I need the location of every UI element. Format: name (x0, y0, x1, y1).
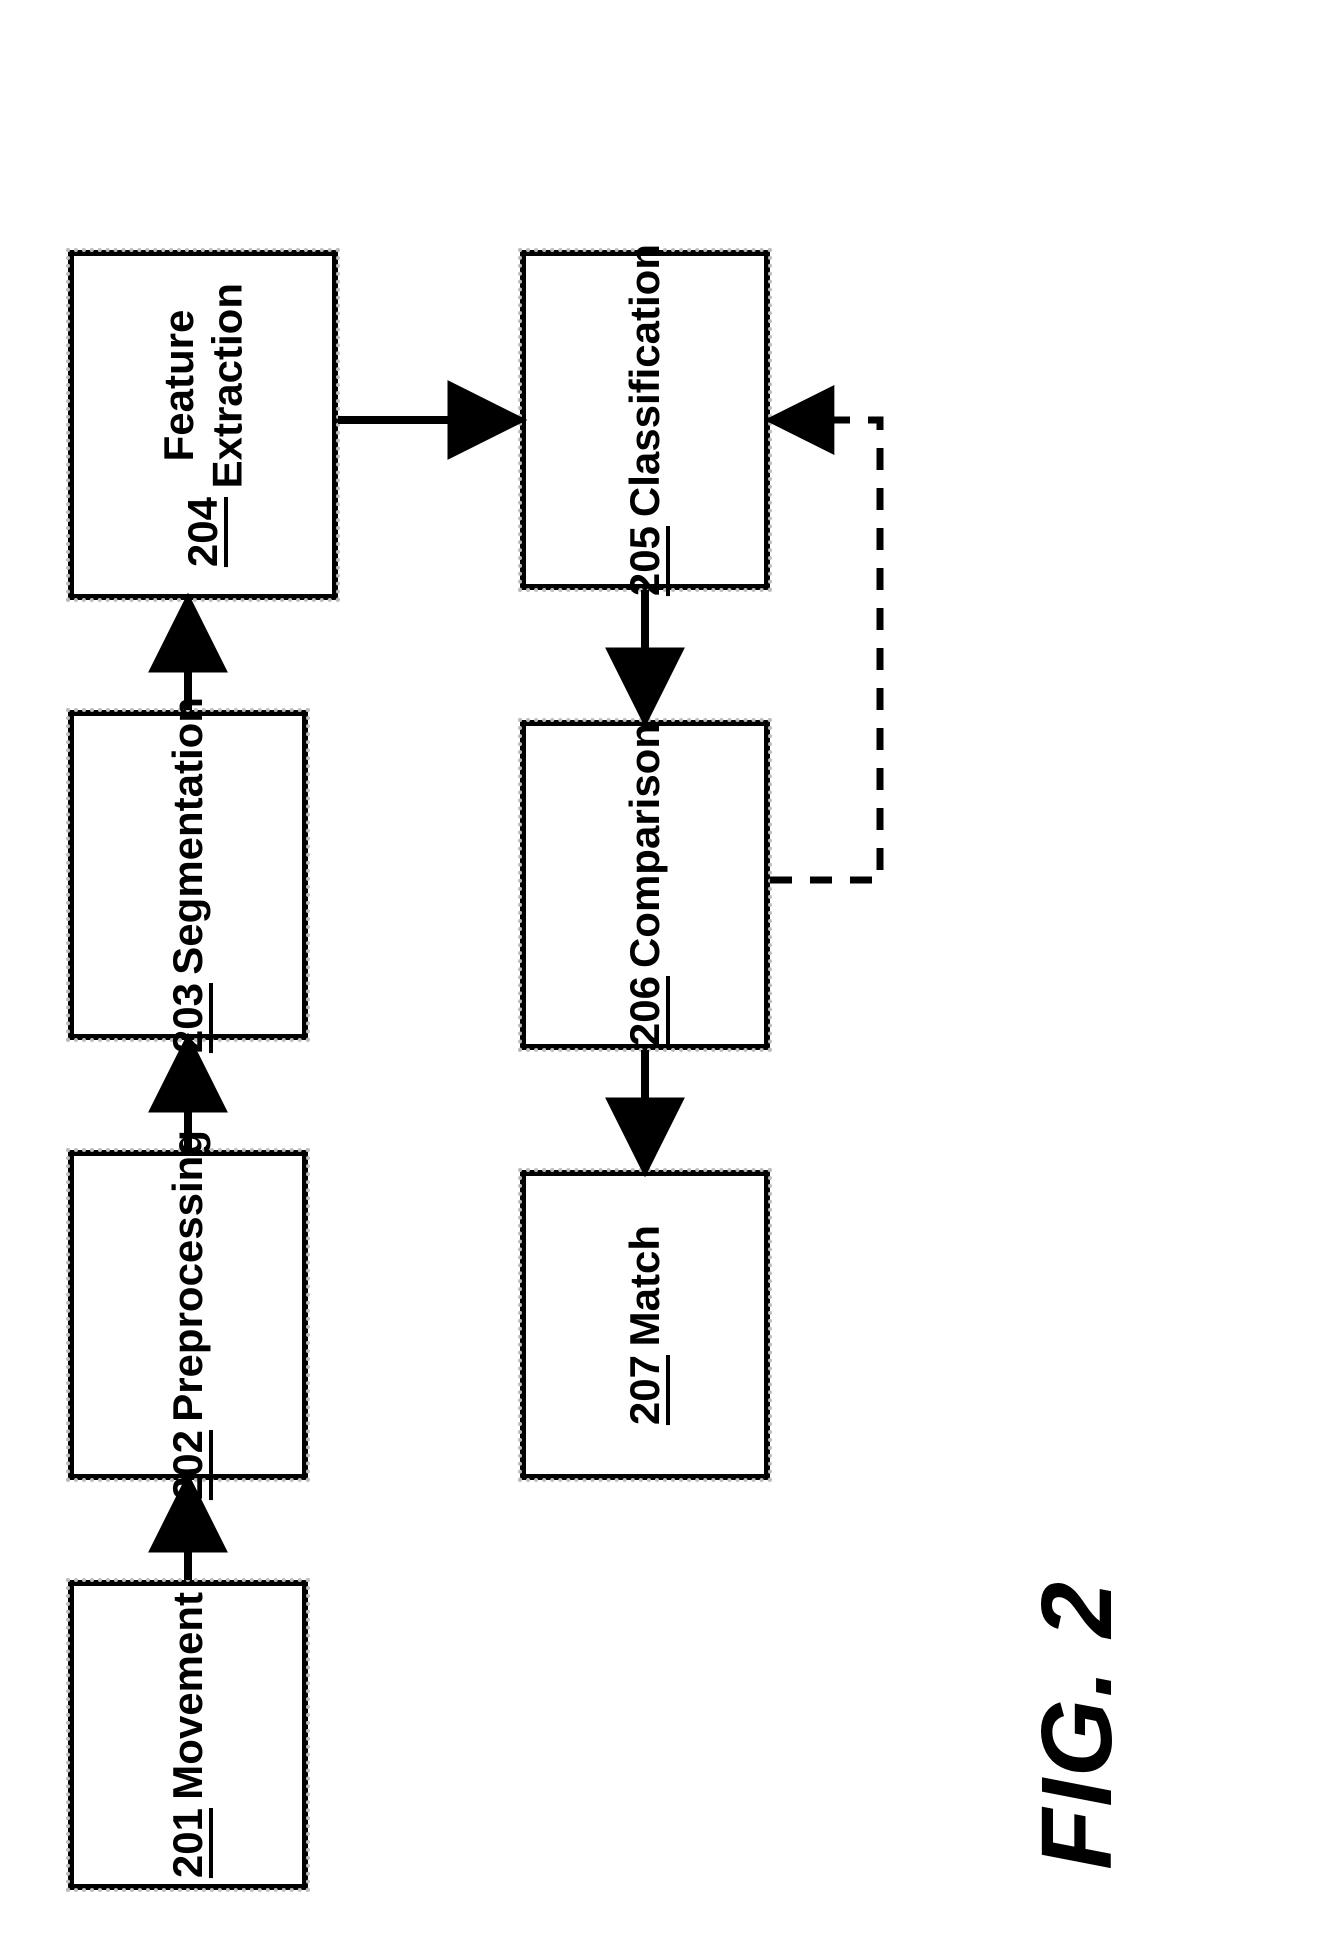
edge-206-205-feedback (770, 420, 880, 880)
block-match: Match 207 (520, 1170, 770, 1480)
block-feature-extraction: Feature Extraction 204 (68, 250, 338, 600)
block-comparison: Comparison 206 (520, 720, 770, 1050)
block-segmentation: Segmentation 203 (68, 710, 308, 1040)
block-movement-num: 201 (164, 1808, 212, 1878)
figure-label: FIG. 2 (1020, 1580, 1135, 1870)
block-match-title: Match (621, 1225, 669, 1346)
block-preprocessing: Preprocessing 202 (68, 1150, 308, 1480)
block-feature-extraction-num: 204 (179, 497, 227, 567)
block-match-num: 207 (621, 1355, 669, 1425)
block-preprocessing-num: 202 (164, 1430, 212, 1500)
figure-canvas: Movement 201 Preprocessing 202 Segmentat… (0, 0, 1338, 1956)
block-segmentation-title: Segmentation (164, 697, 212, 975)
block-comparison-title: Comparison (621, 723, 669, 968)
block-preprocessing-title: Preprocessing (164, 1130, 212, 1422)
block-movement: Movement 201 (68, 1580, 308, 1890)
block-classification-num: 205 (621, 526, 669, 596)
block-movement-title: Movement (164, 1592, 212, 1800)
block-classification-title: Classification (621, 244, 669, 517)
block-classification: Classification 205 (520, 250, 770, 590)
block-comparison-num: 206 (621, 976, 669, 1046)
block-feature-extraction-title: Feature Extraction (155, 283, 252, 488)
block-segmentation-num: 203 (164, 983, 212, 1053)
